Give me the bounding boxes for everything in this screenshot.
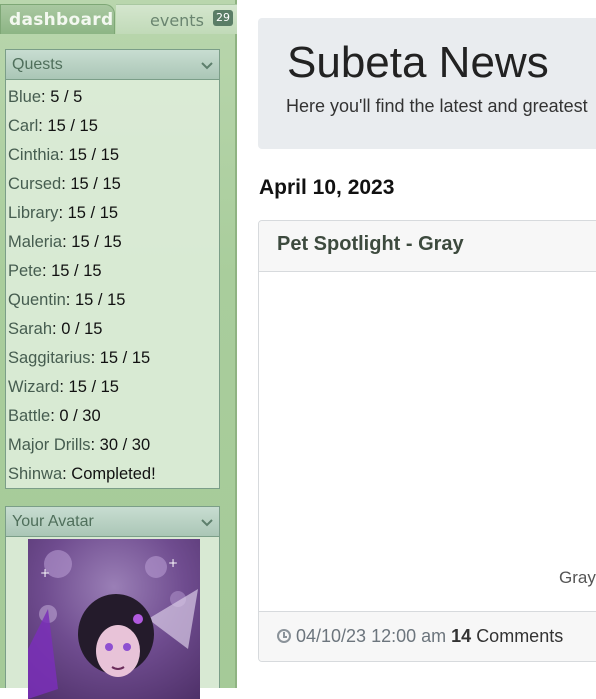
quest-progress: : 15 / 15 xyxy=(59,146,120,164)
tab-dashboard[interactable]: dashboard xyxy=(0,4,115,34)
quest-name[interactable]: Wizard xyxy=(8,378,59,396)
avatar-panel: Your Avatar + + xyxy=(5,506,220,699)
quest-name[interactable]: Carl xyxy=(8,117,38,135)
tab-events[interactable]: events 29 xyxy=(116,4,237,34)
quest-list: Blue: 5 / 5 Carl: 15 / 15 Cinthia: 15 / … xyxy=(6,80,219,489)
quest-progress: : 0 / 15 xyxy=(52,320,103,338)
quest-item: Cursed: 15 / 15 xyxy=(8,170,219,199)
quest-item: Saggitarius: 15 / 15 xyxy=(8,344,219,373)
events-count-badge: 29 xyxy=(213,10,233,26)
avatar-panel-title: Your Avatar xyxy=(12,513,94,530)
svg-text:+: + xyxy=(168,556,178,570)
news-post-title[interactable]: Pet Spotlight - Gray xyxy=(277,233,464,256)
quest-name[interactable]: Major Drills xyxy=(8,436,91,454)
quest-item: Maleria: 15 / 15 xyxy=(8,228,219,257)
news-jumbotron: Subeta News Here you'll find the latest … xyxy=(258,18,596,149)
quest-item: Wizard: 15 / 15 xyxy=(8,373,219,402)
tab-events-label: events xyxy=(150,11,204,30)
quest-item: Shinwa: Completed! xyxy=(8,460,219,489)
quest-item: Quentin: 15 / 15 xyxy=(8,286,219,315)
quest-name[interactable]: Sarah xyxy=(8,320,52,338)
quests-panel: Quests Blue: 5 / 5 Carl: 15 / 15 Cinthia… xyxy=(5,49,220,489)
post-meta: 04/10/23 12:00 am 14 Comments xyxy=(277,626,563,647)
quest-name[interactable]: Cinthia xyxy=(8,146,59,164)
quest-progress: : 15 / 15 xyxy=(65,291,126,309)
comments-link[interactable]: Comments xyxy=(476,626,563,646)
clock-icon xyxy=(277,629,291,643)
quest-item: Major Drills: 30 / 30 xyxy=(8,431,219,460)
quest-progress: : 15 / 15 xyxy=(58,204,119,222)
quest-name[interactable]: Library xyxy=(8,204,58,222)
news-post-footer: 04/10/23 12:00 am 14 Comments xyxy=(259,611,596,661)
quest-item: Battle: 0 / 30 xyxy=(8,402,219,431)
news-post-card: Pet Spotlight - Gray Gray 04/10/23 12:00… xyxy=(258,220,596,662)
quest-progress: : 15 / 15 xyxy=(90,349,151,367)
quest-name[interactable]: Quentin xyxy=(8,291,66,309)
comment-count[interactable]: 14 xyxy=(451,626,471,646)
avatar-image[interactable]: + + xyxy=(28,539,200,699)
quest-progress: : 15 / 15 xyxy=(61,175,121,193)
quest-progress: : 15 / 15 xyxy=(38,117,98,135)
quest-item: Blue: 5 / 5 xyxy=(8,83,219,112)
quest-name[interactable]: Shinwa xyxy=(8,465,62,483)
quest-item: Pete: 15 / 15 xyxy=(8,257,219,286)
main-content: Subeta News Here you'll find the latest … xyxy=(258,0,596,688)
svg-text:+: + xyxy=(40,566,50,580)
post-timestamp: 04/10/23 12:00 am xyxy=(296,626,447,646)
quest-progress: : Completed! xyxy=(62,465,156,483)
chevron-down-icon[interactable] xyxy=(201,52,213,82)
quest-progress: : 15 / 15 xyxy=(62,233,122,251)
quests-panel-title: Quests xyxy=(12,56,63,73)
quest-progress: : 15 / 15 xyxy=(41,262,102,280)
quest-progress: : 5 / 5 xyxy=(41,88,83,106)
page-subtitle: Here you'll find the latest and greatest xyxy=(286,96,588,116)
image-caption: Gray xyxy=(559,568,596,587)
quest-progress: : 30 / 30 xyxy=(90,436,151,454)
quest-name[interactable]: Pete xyxy=(8,262,42,280)
quests-panel-header[interactable]: Quests xyxy=(6,50,219,80)
quest-name[interactable]: Cursed xyxy=(8,175,61,193)
quest-progress: : 15 / 15 xyxy=(59,378,119,396)
sidebar: dashboard events 29 Quests Blue: 5 / 5 C… xyxy=(0,0,237,699)
quest-name[interactable]: Battle xyxy=(8,407,50,425)
quest-item: Carl: 15 / 15 xyxy=(8,112,219,141)
sidebar-tabs: dashboard events 29 xyxy=(0,0,237,34)
quest-name[interactable]: Saggitarius xyxy=(8,349,91,367)
news-date-heading: April 10, 2023 xyxy=(259,176,395,199)
quest-item: Sarah: 0 / 15 xyxy=(8,315,219,344)
avatar-panel-header[interactable]: Your Avatar xyxy=(6,507,219,537)
quest-item: Library: 15 / 15 xyxy=(8,199,219,228)
quest-item: Cinthia: 15 / 15 xyxy=(8,141,219,170)
quest-name[interactable]: Blue xyxy=(8,88,41,106)
chevron-down-icon[interactable] xyxy=(201,509,213,539)
quest-progress: : 0 / 30 xyxy=(50,407,101,425)
page-title: Subeta News xyxy=(287,38,549,87)
quest-name[interactable]: Maleria xyxy=(8,233,62,251)
